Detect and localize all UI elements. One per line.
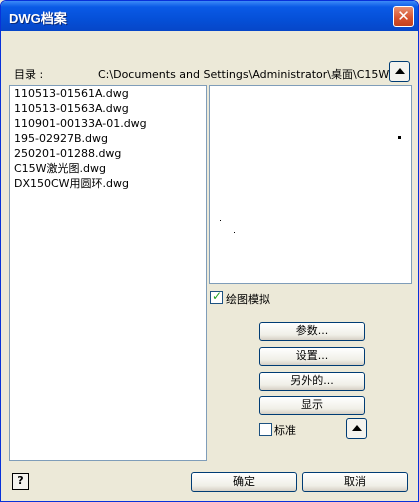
other-button[interactable]: 另外的...: [259, 372, 365, 391]
preview-mark: [398, 136, 401, 139]
drawing-preview: [209, 85, 412, 284]
settings-button[interactable]: 设置...: [259, 347, 365, 366]
file-list-item[interactable]: C15W激光图.dwg: [10, 161, 206, 176]
help-icon: ?: [17, 474, 24, 487]
preview-mark: [234, 232, 235, 233]
standard-label: 标准: [274, 424, 296, 437]
draw-simulation-checkbox[interactable]: ✓: [210, 289, 223, 304]
preview-mark: [220, 220, 221, 221]
file-list-item[interactable]: 110901-00133A-01.dwg: [10, 116, 206, 131]
up-arrow-icon: [352, 425, 362, 431]
file-list-item[interactable]: 195-02927B.dwg: [10, 131, 206, 146]
dwg-file-dialog: DWG档案 ✕ 目录 : C:\Documents and Settings\A…: [0, 0, 419, 502]
window-title: DWG档案: [9, 11, 67, 26]
params-button[interactable]: 参数...: [259, 322, 365, 341]
draw-simulation-label: 绘图模拟: [226, 293, 270, 306]
file-list-item[interactable]: 250201-01288.dwg: [10, 146, 206, 161]
cancel-button[interactable]: 取消: [302, 472, 408, 492]
close-button[interactable]: ✕: [393, 6, 414, 27]
standard-up-button[interactable]: [346, 418, 367, 439]
title-bar: DWG档案 ✕: [1, 1, 418, 31]
display-button[interactable]: 显示: [259, 396, 365, 415]
file-list-item[interactable]: 110513-01561A.dwg: [10, 86, 206, 101]
file-list-item[interactable]: DX150CW用圆环.dwg: [10, 176, 206, 191]
ok-button[interactable]: 确定: [191, 472, 297, 492]
standard-checkbox[interactable]: [259, 423, 272, 436]
parent-directory-button[interactable]: [389, 61, 410, 82]
directory-label: 目录 :: [14, 68, 44, 81]
up-arrow-icon: [395, 68, 405, 74]
file-list-item[interactable]: 110513-01563A.dwg: [10, 101, 206, 116]
checkmark-icon: ✓: [212, 289, 223, 303]
file-list[interactable]: 110513-01561A.dwg 110513-01563A.dwg 1109…: [9, 85, 207, 461]
directory-path: C:\Documents and Settings\Administrator\…: [98, 68, 390, 81]
help-button[interactable]: ?: [12, 473, 29, 490]
